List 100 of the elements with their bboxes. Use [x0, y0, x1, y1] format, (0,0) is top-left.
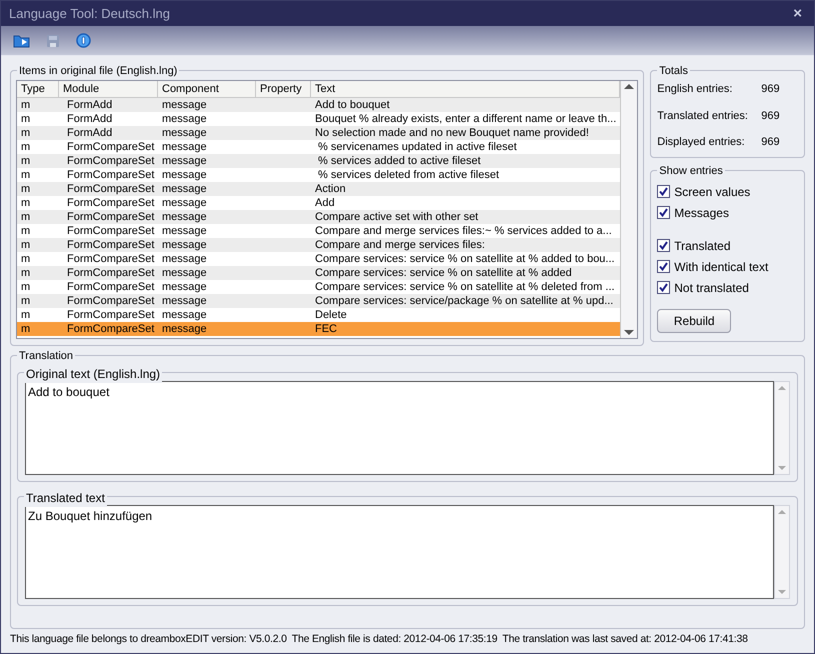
table-cell: Compare and merge services files:~ % services added to a... [315, 225, 612, 237]
table-cell: m [21, 183, 30, 195]
table-cell: m [21, 127, 30, 139]
table-cell: m [21, 253, 30, 265]
checkbox[interactable] [657, 239, 670, 252]
table-cell: FormAdd [67, 113, 112, 125]
table-cell: message [162, 155, 207, 167]
table-cell: FormCompareSet [67, 197, 154, 209]
table-row[interactable]: m FormCompareSet message Compare services: service % on satellite at % added [17, 266, 620, 280]
table-cell: m [21, 169, 30, 181]
table-row[interactable]: m FormCompareSet message Compare services: service/package % on satellite at % upd... [17, 294, 620, 308]
table-cell: Compare services: service % on satellite at % added to bou... [315, 253, 615, 265]
table-cell: message [162, 253, 207, 265]
table-cell: m [21, 197, 30, 209]
table-cell: FormCompareSet [67, 309, 154, 321]
table-cell: FormCompareSet [67, 169, 154, 181]
table-cell: FormAdd [67, 99, 112, 111]
entry-label: Translated entries: [657, 108, 749, 124]
table-row[interactable]: m FormCompareSet message Compare and merge services files: [17, 238, 620, 252]
table-cell: Compare services: service % on satellite at % deleted from ... [315, 281, 615, 293]
table-cell: FEC [315, 323, 337, 335]
table-cell: Compare services: service/package % on satellite at % upd... [315, 295, 614, 307]
table-row[interactable]: m FormCompareSet message FEC [17, 322, 620, 336]
table-cell: message [162, 211, 207, 223]
status-text: The translation was last saved at: 2012-04-06 17:41:38 [502, 632, 748, 647]
table-cell: FormCompareSet [67, 295, 154, 307]
table-cell-text: % servicenames updated in active fileset [317, 141, 517, 153]
table-cell: message [162, 113, 207, 125]
table-cell: FormCompareSet [67, 155, 154, 167]
entry-label: English entries: [657, 82, 734, 97]
status-text: The English file is dated: 2012-04-06 17:35:19 [292, 632, 498, 647]
table-cell: message [162, 295, 207, 307]
checkbox[interactable] [657, 281, 670, 294]
folder-icon[interactable] [13, 33, 30, 48]
table-cell: FormCompareSet [67, 211, 154, 223]
text-area[interactable]: Add to bouquet [25, 381, 774, 475]
table-cell: m [21, 225, 30, 237]
table-cell: message [162, 309, 207, 321]
window-title: Language Tool: Deutsch.lng [9, 4, 170, 23]
table-row[interactable]: m FormCompareSet message Action [17, 182, 620, 196]
info-icon[interactable] [76, 33, 91, 48]
scroll-up-icon[interactable] [624, 84, 634, 89]
table-cell: Compare active set with other set [315, 211, 478, 223]
table-cell: FormCompareSet [67, 323, 154, 335]
table-cell: FormAdd [67, 127, 112, 139]
table-cell: FormCompareSet [67, 253, 154, 265]
checkbox-label: Messages [674, 204, 729, 222]
table-cell-text: % services added to active fileset [317, 155, 481, 167]
table-cell: message [162, 323, 207, 335]
table-cell: Delete [315, 309, 347, 321]
table-cell: message [162, 197, 207, 209]
column-header[interactable]: Module [59, 81, 158, 97]
close-button[interactable]: × [789, 6, 806, 21]
table-cell-text: % services deleted from active fileset [317, 169, 500, 181]
table-cell: m [21, 323, 30, 335]
table-cell: FormCompareSet [67, 183, 154, 195]
table-cell: Bouquet % already exists, enter a different name or leave th... [315, 113, 616, 125]
table-cell: FormCompareSet [67, 281, 154, 293]
table-cell: Add to bouquet [315, 99, 390, 111]
table-cell: Action [315, 183, 346, 195]
table-cell: message [162, 141, 207, 153]
status-text: This language file belongs to dreamboxEDIT version: V5.0.2.0 [10, 632, 287, 647]
table-cell: Compare services: service % on satellite at % added [315, 267, 572, 279]
table-row[interactable]: m FormCompareSet message Compare active set with other set [17, 210, 620, 224]
column-header[interactable]: Property [256, 81, 311, 97]
table-cell: message [162, 183, 207, 195]
entry-count: 969 [761, 108, 780, 124]
checkbox-label: Translated [674, 238, 730, 254]
table-cell: message [162, 267, 207, 279]
table-row[interactable]: m FormCompareSet message % services added to active fileset [17, 154, 620, 168]
table-cell: message [162, 99, 207, 111]
table-cell: message [162, 169, 207, 181]
table-cell: Add [315, 197, 335, 209]
scroll-down-icon[interactable] [624, 330, 634, 335]
table-cell: Compare and merge services files: [315, 239, 485, 251]
column-header[interactable]: Component [158, 81, 256, 97]
checkbox-label: With identical text [674, 258, 768, 276]
column-header[interactable]: Type [17, 81, 59, 97]
table-cell: m [21, 155, 30, 167]
table-row[interactable]: m FormAdd message Add to bouquet [17, 98, 620, 112]
table-cell: m [21, 309, 30, 321]
rebuild-button[interactable]: Rebuild [657, 308, 732, 332]
checkbox[interactable] [657, 206, 670, 219]
table-cell: m [21, 99, 30, 111]
table-cell: No selection made and no new Bouquet name provided! [315, 127, 589, 139]
table-row[interactable]: m FormAdd message No selection made and no new Bouquet name provided! [17, 126, 620, 140]
table-cell: FormCompareSet [67, 267, 154, 279]
table-cell: message [162, 239, 207, 251]
checkbox[interactable] [657, 260, 670, 273]
checkbox[interactable] [657, 185, 670, 198]
scrollbar[interactable] [620, 81, 638, 338]
entry-count: 969 [761, 82, 780, 97]
table-cell: m [21, 239, 30, 251]
checkbox-label: Screen values [674, 184, 750, 200]
group-title: Items in original file (English.lng) [17, 63, 180, 80]
table-cell: FormCompareSet [67, 239, 154, 251]
table-cell: m [21, 295, 30, 307]
text-area[interactable]: Zu Bouquet hinzufügen [25, 505, 774, 599]
table-cell: message [162, 127, 207, 139]
table-cell: m [21, 211, 30, 223]
